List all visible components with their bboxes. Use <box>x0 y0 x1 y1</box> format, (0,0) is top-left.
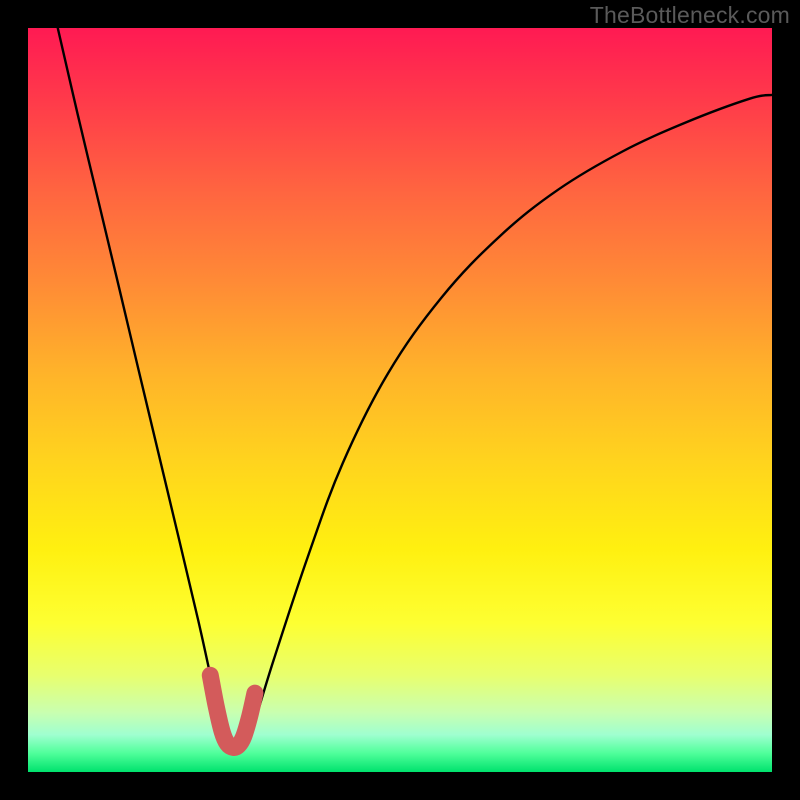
bottleneck-curve <box>58 28 772 749</box>
highlight-valley <box>210 675 255 747</box>
curve-svg <box>28 28 772 772</box>
plot-area <box>28 28 772 772</box>
chart-frame: TheBottleneck.com <box>0 0 800 800</box>
watermark-text: TheBottleneck.com <box>590 2 790 29</box>
